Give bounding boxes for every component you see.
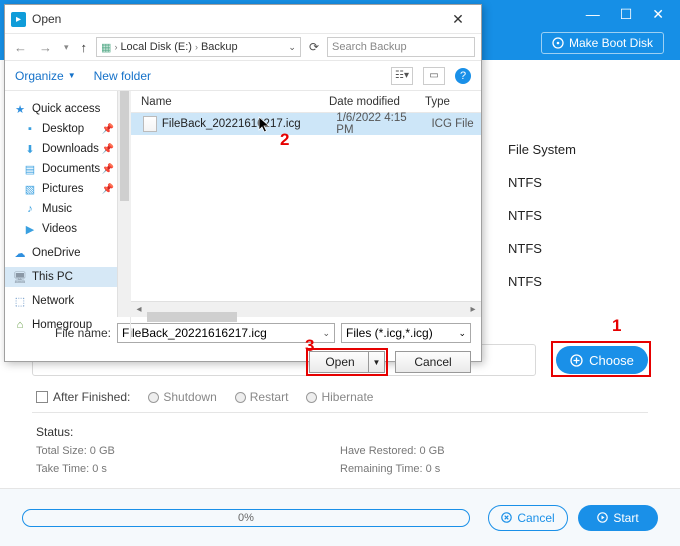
make-boot-disk-button[interactable]: Make Boot Disk: [541, 32, 664, 54]
dialog-close-button[interactable]: ✕: [441, 11, 475, 28]
dialog-cancel-button[interactable]: Cancel: [395, 351, 471, 373]
after-finished-row: After Finished: Shutdown Restart Hiberna…: [36, 390, 373, 404]
dialog-titlebar: ▸ Open ✕: [5, 5, 481, 33]
status-take-time: Take Time: 0 s: [36, 463, 340, 475]
nav-forward-icon: →: [36, 40, 55, 55]
chevron-down-icon[interactable]: ⌄: [322, 328, 330, 339]
pin-icon: 📌: [102, 124, 114, 135]
nav-recent-icon[interactable]: ▾: [61, 42, 72, 53]
nav-up-icon[interactable]: ↑: [78, 40, 91, 55]
nav-this-pc[interactable]: 🖥This PC: [5, 267, 130, 287]
file-h-scrollbar[interactable]: ◂▸: [131, 301, 481, 317]
fs-value: NTFS: [508, 274, 648, 289]
minimize-icon[interactable]: —: [586, 6, 600, 23]
nav-quick-access[interactable]: ★Quick access: [5, 99, 130, 119]
nav-pane: ★Quick access ▪Desktop📌 ⬇Downloads📌 ▤Doc…: [5, 91, 131, 339]
nav-network[interactable]: ⬚Network: [5, 291, 130, 311]
nav-music[interactable]: ♪Music: [5, 199, 130, 219]
maximize-icon[interactable]: ☐: [620, 6, 633, 23]
nav-documents[interactable]: ▤Documents📌: [5, 159, 130, 179]
radio-restart[interactable]: Restart: [235, 390, 289, 404]
preview-pane-button[interactable]: ▭: [423, 67, 445, 85]
status-total-size: Total Size: 0 GB: [36, 445, 340, 457]
chevron-down-icon[interactable]: ⌄: [288, 42, 296, 53]
help-icon[interactable]: ?: [455, 68, 471, 84]
after-finished-checkbox[interactable]: [36, 391, 48, 403]
file-icon: [143, 116, 157, 132]
play-circle-icon: [597, 512, 608, 523]
divider: [32, 412, 648, 413]
drive-icon: ▦: [101, 41, 111, 54]
status-remaining-time: Remaining Time: 0 s: [340, 463, 644, 475]
annotation-highlight: [551, 341, 651, 377]
x-circle-icon: [501, 512, 512, 523]
file-type-filter[interactable]: Files (*.icg,*.icg)⌄: [341, 323, 471, 343]
filename-input[interactable]: FileBack_20221616217.icg⌄: [117, 323, 335, 343]
view-mode-button[interactable]: ☷▾: [391, 67, 413, 85]
nav-homegroup[interactable]: ⌂Homegroup: [5, 315, 130, 335]
after-finished-label: After Finished:: [53, 390, 130, 404]
status-title: Status:: [36, 425, 644, 439]
nav-onedrive[interactable]: ☁OneDrive: [5, 243, 130, 263]
annotation-highlight: [306, 348, 388, 376]
nav-back-icon[interactable]: ←: [11, 40, 30, 55]
disc-icon: [552, 37, 564, 49]
refresh-icon[interactable]: ⟳: [307, 40, 321, 54]
new-folder-button[interactable]: New folder: [94, 69, 151, 83]
progress-bar: 0%: [22, 509, 470, 527]
footer-bar: 0% Cancel Start: [0, 488, 680, 546]
fs-column-header: File System: [508, 142, 648, 157]
nav-videos[interactable]: ▶Videos: [5, 219, 130, 239]
fs-value: NTFS: [508, 175, 648, 190]
organize-button[interactable]: Organize▼: [15, 69, 76, 83]
annotation-number: 1: [612, 316, 621, 336]
radio-hibernate[interactable]: Hibernate: [306, 390, 373, 404]
status-have-restored: Have Restored: 0 GB: [340, 445, 644, 457]
pin-icon: 📌: [102, 164, 114, 175]
nav-pictures[interactable]: ▧Pictures📌: [5, 179, 130, 199]
nav-downloads[interactable]: ⬇Downloads📌: [5, 139, 130, 159]
fs-value: NTFS: [508, 208, 648, 223]
radio-shutdown[interactable]: Shutdown: [148, 390, 216, 404]
app-icon: ▸: [11, 12, 26, 27]
pin-icon: 📌: [102, 144, 114, 155]
fs-value: NTFS: [508, 241, 648, 256]
breadcrumb[interactable]: ▦ › Local Disk (E:) › Backup ⌄: [96, 37, 301, 57]
file-list-header[interactable]: Name Date modified Type: [131, 91, 481, 113]
footer-cancel-button[interactable]: Cancel: [488, 505, 568, 531]
search-input[interactable]: Search Backup: [327, 37, 475, 57]
nav-desktop[interactable]: ▪Desktop📌: [5, 119, 130, 139]
start-button[interactable]: Start: [578, 505, 658, 531]
file-row[interactable]: FileBack_20221616217.icg 1/6/2022 4:15 P…: [131, 113, 481, 135]
file-open-dialog: ▸ Open ✕ ← → ▾ ↑ ▦ › Local Disk (E:) › B…: [4, 4, 482, 362]
pin-icon: 📌: [102, 184, 114, 195]
close-icon[interactable]: ✕: [652, 6, 664, 23]
nav-scrollbar[interactable]: ▴: [117, 91, 131, 317]
dialog-title: Open: [32, 12, 61, 26]
